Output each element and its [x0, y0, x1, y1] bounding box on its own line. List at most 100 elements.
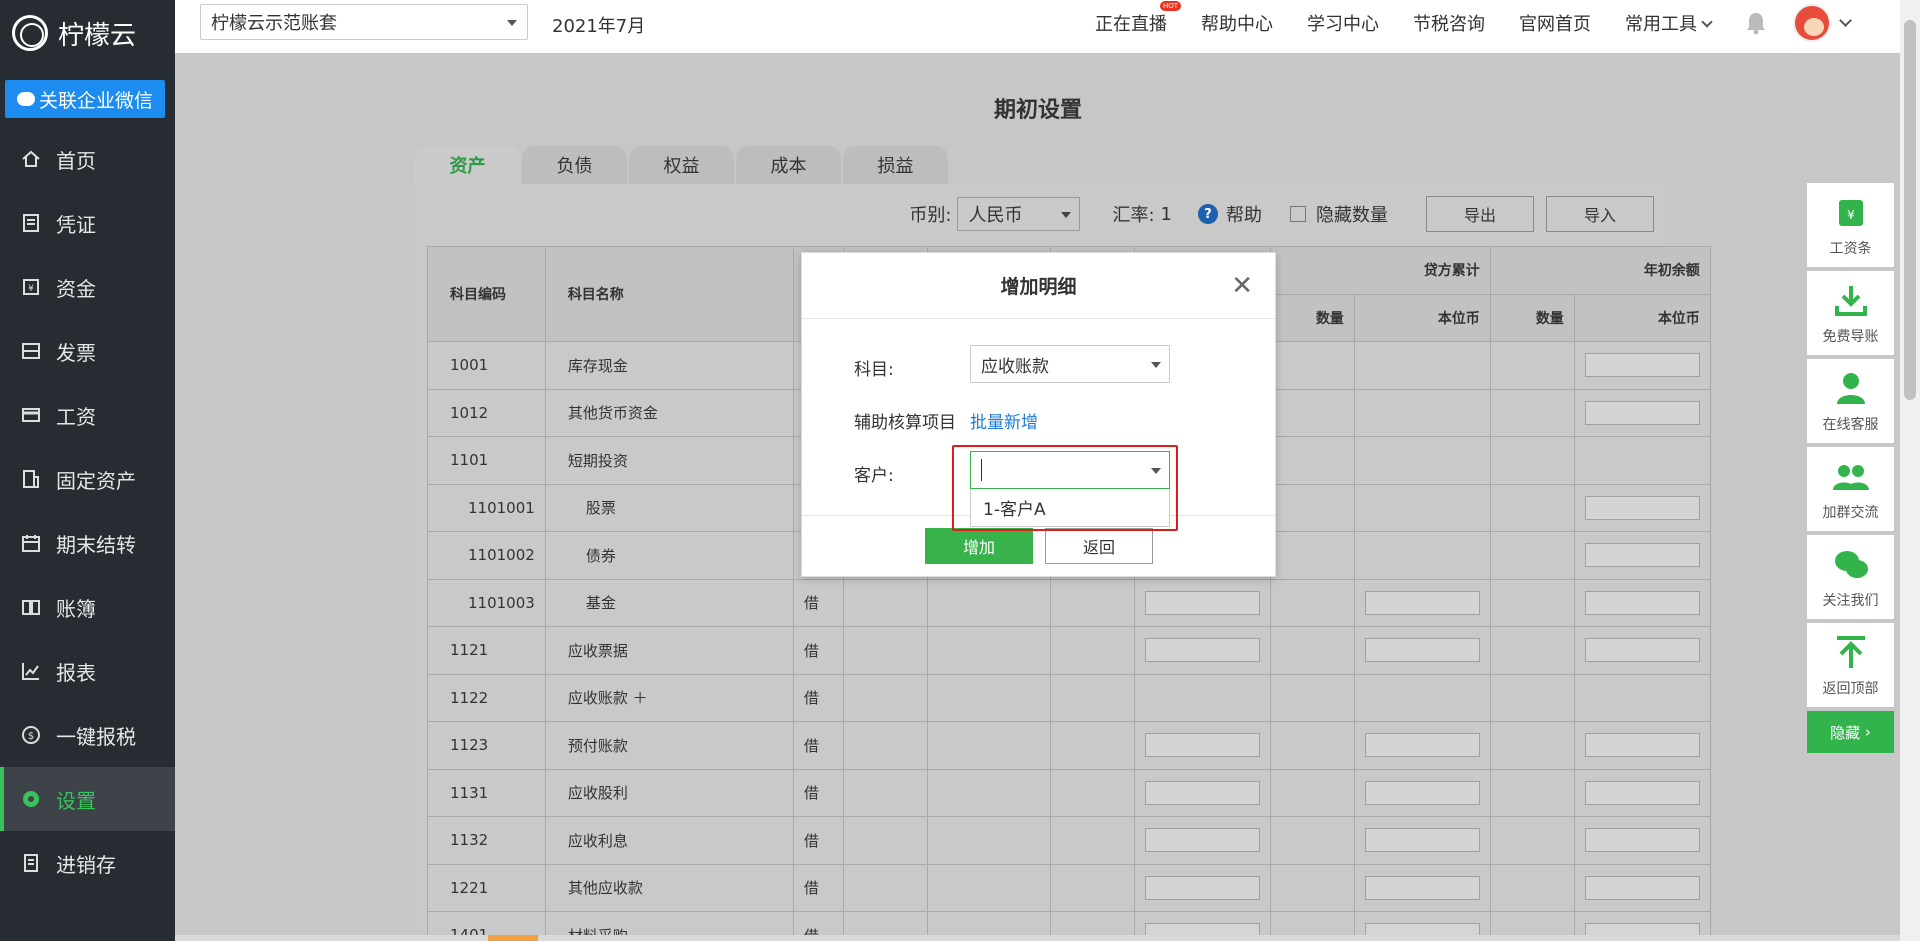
subject-select[interactable]: 应收账款 [970, 345, 1170, 383]
sidebar-item-building[interactable]: 固定资产 [0, 447, 175, 511]
amount-input[interactable] [1144, 638, 1260, 663]
float-item-payslip[interactable]: ¥ 工资条 [1807, 183, 1894, 267]
building-icon [20, 468, 42, 490]
sidebar-item-chart[interactable]: 报表 [0, 639, 175, 703]
amount-input[interactable] [1584, 780, 1700, 805]
cell-value [1133, 863, 1271, 912]
cell-value [1353, 483, 1491, 532]
amount-input[interactable] [1584, 353, 1700, 378]
sidebar-item-dollar[interactable]: $ 一键报税 [0, 703, 175, 767]
cell-value [1269, 673, 1355, 722]
tab-assets[interactable]: 资产 [415, 146, 520, 184]
cell-direction: 借 [792, 578, 844, 627]
currency-select[interactable]: 人民币 [957, 197, 1081, 231]
sidebar-item-label: 期末结转 [56, 532, 136, 557]
tab-equity[interactable]: 权益 [629, 146, 734, 184]
close-icon[interactable]: ✕ [1231, 271, 1253, 301]
logo[interactable]: 柠檬云 [0, 0, 175, 66]
export-button[interactable]: 导出 [1426, 196, 1534, 232]
cell-value [926, 721, 1051, 770]
sidebar-item-voucher[interactable]: 凭证 [0, 191, 175, 255]
amount-input[interactable] [1144, 590, 1260, 615]
download-icon [1834, 286, 1867, 316]
amount-input[interactable] [1364, 875, 1480, 900]
sidebar-item-inventory[interactable]: 进销存 [0, 831, 175, 895]
cell-direction: 借 [792, 863, 844, 912]
cell-value [1489, 436, 1575, 485]
cell-value [842, 626, 928, 675]
scrollbar[interactable] [1900, 0, 1920, 941]
cell-value [1133, 721, 1271, 770]
back-button[interactable]: 返回 [1045, 528, 1153, 564]
top-nav: 正在直播 HOT 帮助中心 学习中心 节税咨询 官网首页 常用工具 [1095, 0, 1900, 46]
amount-input[interactable] [1584, 400, 1700, 425]
amount-input[interactable] [1364, 780, 1480, 805]
amount-input[interactable] [1364, 733, 1480, 758]
tab-profit-loss[interactable]: 损益 [843, 146, 948, 184]
amount-input[interactable] [1144, 780, 1260, 805]
top-link-help-center[interactable]: 帮助中心 [1201, 10, 1273, 36]
cell-name: 应收股利 [544, 768, 794, 817]
amount-input[interactable] [1584, 495, 1700, 520]
amount-input[interactable] [1584, 828, 1700, 853]
hide-quantity-label[interactable]: 隐藏数量 [1316, 201, 1388, 227]
sidebar-item-funds[interactable]: ¥ 资金 [0, 255, 175, 319]
tab-cost[interactable]: 成本 [736, 146, 841, 184]
avatar[interactable] [1793, 4, 1831, 42]
sidebar-item-invoice[interactable]: 发票 [0, 319, 175, 383]
tab-liabilities[interactable]: 负债 [522, 146, 627, 184]
amount-input[interactable] [1364, 638, 1480, 663]
sidebar-item-gear[interactable]: 设置 [0, 767, 175, 831]
add-button[interactable]: 增加 [925, 528, 1033, 564]
amount-input[interactable] [1584, 875, 1700, 900]
wechat-icon [1834, 551, 1868, 578]
float-item-group[interactable]: 加群交流 [1807, 447, 1894, 531]
cell-value [1573, 721, 1711, 770]
cell-value [1573, 816, 1711, 865]
sidebar-item-home[interactable]: 首页 [0, 127, 175, 191]
top-link-live[interactable]: 正在直播 HOT [1095, 1, 1181, 36]
top-link-live-label: 正在直播 [1095, 14, 1167, 35]
link-wechat-button[interactable]: 关联企业微信 [5, 80, 165, 118]
account-select[interactable]: 柠檬云示范账套 [200, 4, 528, 40]
cell-value [1269, 863, 1355, 912]
top-link-tax-consult[interactable]: 节税咨询 [1413, 10, 1485, 36]
top-link-official-site[interactable]: 官网首页 [1519, 10, 1591, 36]
hide-panel-button[interactable]: 隐藏 › [1807, 711, 1894, 753]
voucher-icon [20, 212, 42, 234]
top-link-common-tools[interactable]: 常用工具 [1625, 10, 1713, 36]
amount-input[interactable] [1584, 733, 1700, 758]
amount-input[interactable] [1584, 543, 1700, 568]
scrollbar-thumb[interactable] [1904, 20, 1916, 400]
help-icon[interactable]: ? [1198, 204, 1218, 224]
amount-input[interactable] [1364, 590, 1480, 615]
top-link-learning-center[interactable]: 学习中心 [1307, 10, 1379, 36]
cell-code: 1221 [427, 863, 546, 912]
amount-input[interactable] [1144, 828, 1260, 853]
amount-input[interactable] [1584, 590, 1700, 615]
amount-input[interactable] [1364, 828, 1480, 853]
batch-add-link[interactable]: 批量新增 [970, 408, 1038, 433]
help-link[interactable]: 帮助 [1226, 201, 1262, 227]
cell-value [1353, 721, 1491, 770]
sidebar-item-book[interactable]: 账簿 [0, 575, 175, 639]
sidebar-item-label: 设置 [56, 788, 96, 813]
modal-header: 增加明细 ✕ [802, 253, 1275, 319]
float-item-user[interactable]: 在线客服 [1807, 359, 1894, 443]
chevron-down-icon[interactable] [1839, 13, 1852, 27]
cell-value [1269, 436, 1355, 485]
hide-quantity-checkbox[interactable] [1290, 206, 1306, 222]
import-button[interactable]: 导入 [1546, 196, 1654, 232]
amount-input[interactable] [1584, 638, 1700, 663]
sidebar-item-calendar[interactable]: 期末结转 [0, 511, 175, 575]
sidebar-item-salary[interactable]: 工资 [0, 383, 175, 447]
float-item-wechat[interactable]: 关注我们 [1807, 535, 1894, 619]
float-item-arrow-up[interactable]: 返回顶部 [1807, 623, 1894, 707]
float-item-download[interactable]: 免费导账 [1807, 271, 1894, 355]
amount-input[interactable] [1144, 875, 1260, 900]
sidebar-item-label: 凭证 [56, 212, 96, 237]
horizontal-scrollbar[interactable] [175, 935, 1900, 941]
bell-icon[interactable] [1745, 11, 1767, 35]
amount-input[interactable] [1144, 733, 1260, 758]
cell-name[interactable]: 应收账款 ＋ [544, 673, 794, 722]
